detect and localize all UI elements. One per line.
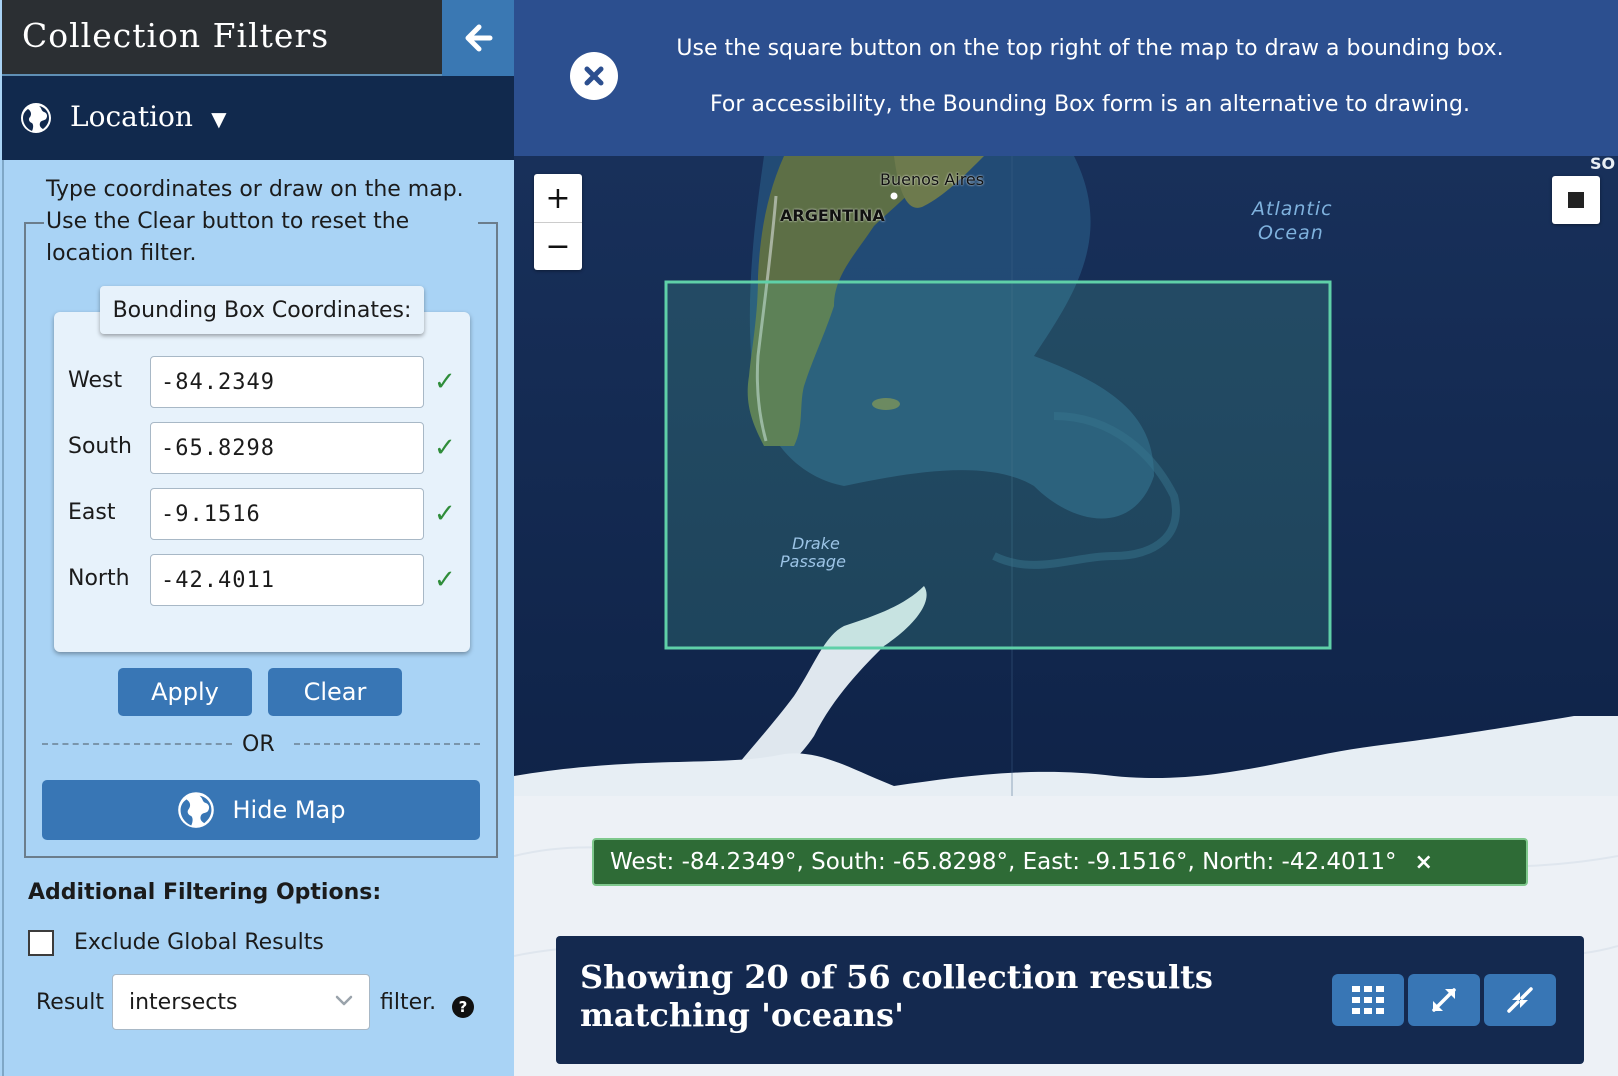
collapse-sidebar-button[interactable]: [442, 0, 514, 76]
west-label: West: [68, 368, 123, 393]
chevron-down-icon: [335, 995, 353, 1006]
expand-icon: [1432, 988, 1456, 1012]
grid-view-button[interactable]: [1332, 974, 1404, 1026]
draw-rectangle-button[interactable]: [1552, 176, 1600, 224]
result-mode-value: intersects: [129, 990, 238, 1015]
hide-map-label: Hide Map: [232, 796, 346, 824]
or-label: OR: [242, 732, 275, 757]
map-label-argentina: ARGENTINA: [780, 206, 885, 225]
caret-down-icon: ▼: [206, 104, 232, 134]
west-input[interactable]: [150, 356, 424, 408]
close-icon: [584, 66, 604, 86]
location-filter-tag: West: -84.2349°, South: -65.8298°, East:…: [592, 838, 1528, 886]
coord-row-north: North ✓: [68, 554, 458, 608]
hide-map-button[interactable]: Hide Map: [42, 780, 480, 840]
location-label: Location: [70, 100, 193, 133]
exclude-global-checkbox[interactable]: [28, 930, 54, 956]
fieldset-border: [478, 222, 498, 224]
check-icon: ✓: [434, 564, 456, 594]
remove-filter-button[interactable]: ×: [1414, 850, 1432, 875]
fieldset-border: [24, 222, 44, 224]
coord-row-south: South ✓: [68, 422, 458, 476]
location-panel: Type coordinates or draw on the map. Use…: [2, 160, 514, 1076]
east-input[interactable]: [150, 488, 424, 540]
sidebar-title: Collection Filters: [22, 16, 330, 55]
map-label-drake: Drake: [792, 534, 840, 553]
south-label: South: [68, 434, 132, 459]
map-label-atlantic: Atlantic: [1252, 198, 1333, 220]
help-icon[interactable]: ?: [452, 996, 474, 1018]
zoom-control: + −: [534, 174, 582, 270]
map-canvas[interactable]: Buenos Aires ARGENTINA Atlantic Ocean Dr…: [514, 156, 1618, 796]
additional-options-title: Additional Filtering Options:: [28, 880, 382, 905]
east-label: East: [68, 500, 116, 525]
north-label: North: [68, 566, 130, 591]
banner-line-1: Use the square button on the top right o…: [676, 36, 1504, 61]
check-icon: ✓: [434, 432, 456, 462]
coord-row-west: West ✓: [68, 356, 458, 410]
result-label: Result: [36, 990, 104, 1015]
expand-results-button[interactable]: [1408, 974, 1480, 1026]
map-label-buenos-aires: Buenos Aires: [880, 170, 985, 189]
map-label-passage: Passage: [780, 552, 846, 571]
square-icon: [1568, 192, 1584, 208]
check-icon: ✓: [434, 366, 456, 396]
city-marker: [890, 192, 898, 200]
arrow-left-icon: [465, 24, 493, 52]
banner-line-2: For accessibility, the Bounding Box form…: [710, 92, 1470, 117]
coord-row-east: East ✓: [68, 488, 458, 542]
or-divider: [294, 743, 480, 745]
globe-icon: [177, 792, 214, 828]
map-area: Use the square button on the top right o…: [514, 0, 1618, 1076]
clear-button[interactable]: Clear: [268, 668, 402, 716]
bounding-box-legend: Bounding Box Coordinates:: [100, 286, 424, 334]
apply-button[interactable]: Apply: [118, 668, 252, 716]
results-summary: Showing 20 of 56 collection results matc…: [580, 958, 1213, 1034]
map-label-ocean: Ocean: [1258, 222, 1324, 244]
zoom-out-button[interactable]: −: [534, 222, 582, 270]
collapse-results-button[interactable]: [1484, 974, 1556, 1026]
compress-icon: [1507, 987, 1533, 1013]
south-input[interactable]: [150, 422, 424, 474]
results-panel: Showing 20 of 56 collection results matc…: [556, 936, 1584, 1064]
result-mode-select[interactable]: intersects: [112, 974, 370, 1030]
close-banner-button[interactable]: [570, 52, 618, 100]
zoom-in-button[interactable]: +: [534, 174, 582, 223]
globe-icon: [21, 103, 51, 133]
north-input[interactable]: [150, 554, 424, 606]
exclude-global-label[interactable]: Exclude Global Results: [74, 930, 324, 955]
sidebar-header: Collection Filters: [2, 0, 442, 76]
filter-label: filter.: [380, 990, 437, 1015]
location-filter-text: West: -84.2349°, South: -65.8298°, East:…: [610, 849, 1397, 875]
bounding-box: [664, 280, 1332, 650]
location-accordion-header[interactable]: Location ▼: [2, 76, 514, 160]
grid-icon: [1352, 986, 1384, 1014]
location-instructions: Type coordinates or draw on the map. Use…: [46, 177, 464, 266]
or-divider: [42, 743, 232, 745]
instruction-banner: Use the square button on the top right o…: [514, 0, 1618, 156]
satellite-basemap: [514, 156, 1618, 796]
map-label-edge: SO: [1590, 156, 1616, 173]
check-icon: ✓: [434, 498, 456, 528]
filters-sidebar: Collection Filters Location ▼ Type coord…: [0, 0, 514, 1076]
